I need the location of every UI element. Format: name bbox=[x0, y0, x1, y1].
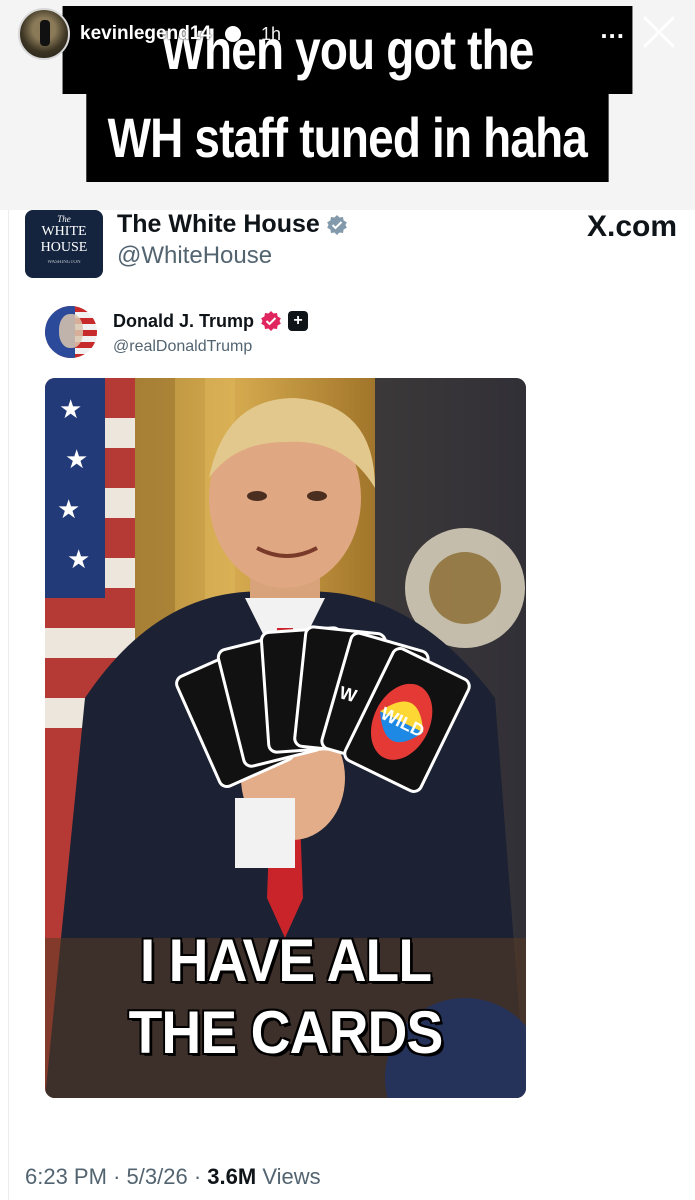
meme-text-line1: I HAVE ALL bbox=[139, 927, 432, 994]
logo-text-washington: WASHINGTON bbox=[47, 260, 81, 265]
tweet-card[interactable]: The WHITE HOUSE WASHINGTON The White Hou… bbox=[8, 210, 695, 1200]
post-image[interactable]: ★ ★ ★ ★ WILD W I HAVE ALL THE CARDS bbox=[45, 378, 526, 1098]
tweet-date[interactable]: 5/3/26 bbox=[127, 1164, 188, 1189]
story-caption-line2: WH staff tuned in haha bbox=[0, 94, 695, 182]
account-name[interactable]: The White House bbox=[117, 210, 348, 239]
verified-badge-icon bbox=[326, 214, 347, 235]
verified-icon bbox=[224, 26, 241, 42]
quoted-name-text[interactable]: Donald J. Trump bbox=[113, 311, 254, 332]
svg-text:★: ★ bbox=[57, 494, 80, 524]
white-house-logo[interactable]: The WHITE HOUSE WASHINGTON bbox=[25, 210, 103, 278]
account-handle[interactable]: @WhiteHouse bbox=[117, 242, 272, 270]
meta-separator: · bbox=[193, 1164, 202, 1189]
svg-text:★: ★ bbox=[67, 544, 90, 574]
verified-badge-icon bbox=[261, 311, 281, 331]
logo-text-white: WHITE bbox=[41, 224, 87, 239]
logo-text-the: The bbox=[57, 214, 71, 224]
caption-text-2: WH staff tuned in haha bbox=[86, 94, 609, 182]
logo-text-house: HOUSE bbox=[40, 240, 88, 255]
story-avatar[interactable] bbox=[18, 8, 70, 60]
quoted-handle[interactable]: @realDonaldTrump bbox=[113, 338, 252, 356]
svg-text:★: ★ bbox=[65, 444, 88, 474]
views-count[interactable]: 3.6M bbox=[207, 1164, 256, 1189]
views-label: Views bbox=[262, 1164, 321, 1189]
close-icon[interactable] bbox=[637, 10, 681, 54]
meme-text-line2: THE CARDS bbox=[128, 999, 444, 1066]
affiliate-badge-icon: + bbox=[288, 311, 309, 331]
story-time: 1h bbox=[260, 23, 281, 44]
tweet-meta[interactable]: 6:23 PM · 5/3/26 · 3.6M Views bbox=[25, 1164, 321, 1190]
tweet-time[interactable]: 6:23 PM bbox=[25, 1164, 107, 1189]
more-options-icon[interactable]: ... bbox=[600, 14, 625, 45]
quoted-avatar[interactable] bbox=[45, 306, 97, 358]
account-name-text[interactable]: The White House bbox=[117, 210, 320, 239]
story-user[interactable]: kevinlegend14 1h bbox=[18, 8, 281, 60]
meta-separator: · bbox=[113, 1164, 121, 1189]
story-username[interactable]: kevinlegend14 bbox=[80, 23, 211, 45]
source-label: X.com bbox=[586, 210, 677, 243]
quoted-account-name[interactable]: Donald J. Trump + bbox=[113, 310, 309, 332]
svg-text:★: ★ bbox=[59, 394, 82, 424]
